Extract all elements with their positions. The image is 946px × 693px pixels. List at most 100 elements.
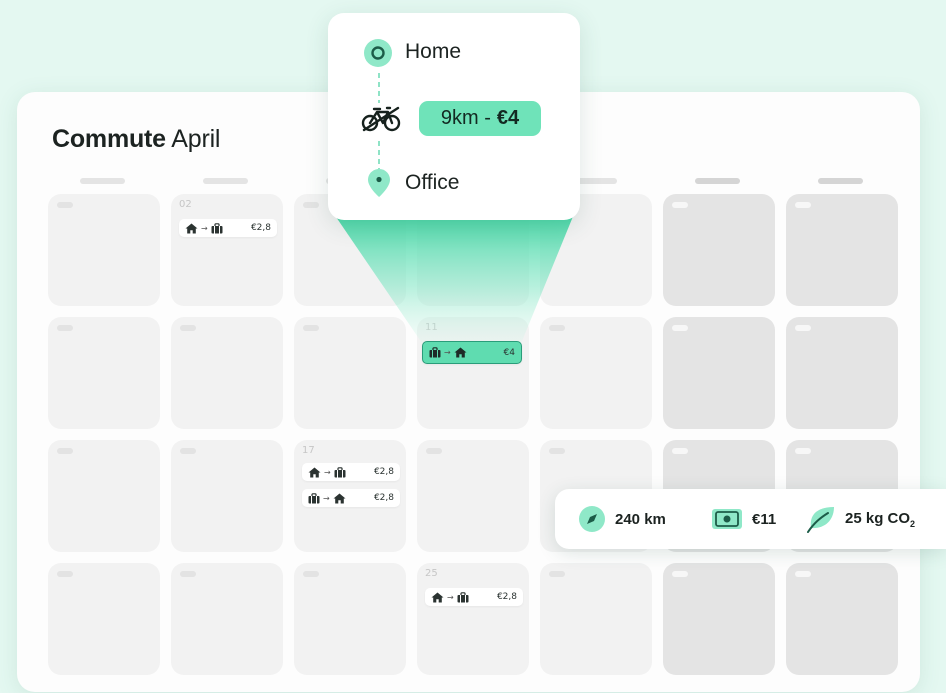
calendar-day-cell[interactable] bbox=[294, 563, 406, 675]
calendar-day-cell[interactable] bbox=[294, 317, 406, 429]
home-icon bbox=[333, 493, 346, 504]
calendar-day-cell[interactable]: 25 → €2,8 bbox=[417, 563, 529, 675]
trip-entry[interactable]: → €2,8 bbox=[425, 588, 523, 606]
day-placeholder bbox=[672, 448, 688, 454]
calendar-day-cell[interactable] bbox=[786, 317, 898, 429]
calendar-title-month: April bbox=[171, 125, 221, 153]
trip-entry[interactable]: → €2,8 bbox=[302, 489, 400, 507]
calendar-day-cell[interactable] bbox=[663, 563, 775, 675]
day-placeholder bbox=[57, 202, 73, 208]
destination-label: Office bbox=[405, 171, 460, 194]
trip-cost: €2,8 bbox=[250, 223, 271, 233]
calendar-day-cell[interactable]: 11 bbox=[417, 317, 529, 429]
co2-subscript: 2 bbox=[910, 518, 916, 529]
distance-cost-prefix: 9km - bbox=[440, 107, 491, 129]
briefcase-icon bbox=[334, 466, 346, 478]
calendar-day-cell[interactable] bbox=[417, 440, 529, 552]
day-placeholder bbox=[57, 571, 73, 577]
arrow-right-icon: → bbox=[324, 467, 331, 477]
origin-label: Home bbox=[405, 40, 462, 63]
day-placeholder bbox=[549, 325, 565, 331]
weekday-header bbox=[695, 178, 740, 184]
day-placeholder bbox=[795, 202, 811, 208]
day-placeholder bbox=[795, 448, 811, 454]
day-placeholder bbox=[180, 448, 196, 454]
day-placeholder bbox=[795, 325, 811, 331]
savings-stat: €11 bbox=[711, 489, 776, 549]
weekday-header bbox=[203, 178, 248, 184]
arrow-right-icon: → bbox=[323, 493, 330, 503]
briefcase-icon bbox=[457, 591, 469, 603]
distance-value: 240 km bbox=[615, 510, 666, 528]
origin-marker-icon bbox=[363, 38, 393, 73]
day-placeholder bbox=[180, 325, 196, 331]
trip-entry[interactable]: → €2,8 bbox=[302, 463, 400, 481]
day-placeholder bbox=[303, 571, 319, 577]
home-icon bbox=[454, 347, 467, 358]
trip-cost: €2,8 bbox=[496, 592, 517, 602]
arrow-right-icon: → bbox=[447, 592, 454, 602]
day-placeholder bbox=[426, 448, 442, 454]
day-placeholder bbox=[303, 325, 319, 331]
day-number: 11 bbox=[425, 322, 438, 333]
distance-cost-amount: €4 bbox=[496, 107, 520, 129]
day-placeholder bbox=[795, 571, 811, 577]
arrow-right-icon: → bbox=[201, 223, 208, 233]
day-placeholder bbox=[57, 325, 73, 331]
weekday-header bbox=[818, 178, 863, 184]
calendar-day-cell[interactable] bbox=[786, 563, 898, 675]
co2-stat: 25 kg CO2 bbox=[806, 489, 915, 549]
day-placeholder bbox=[672, 571, 688, 577]
bike-icon bbox=[361, 105, 401, 138]
calendar-day-cell[interactable] bbox=[540, 317, 652, 429]
day-placeholder bbox=[672, 202, 688, 208]
trip-entry-selected[interactable]: → €4 bbox=[422, 341, 522, 364]
banknote-icon bbox=[711, 507, 743, 531]
calendar-day-cell[interactable] bbox=[663, 317, 775, 429]
distance-cost-badge: 9km - €4 bbox=[419, 101, 541, 136]
day-placeholder bbox=[549, 448, 565, 454]
arrow-right-icon: → bbox=[444, 348, 451, 357]
co2-main: 25 kg CO bbox=[845, 509, 911, 527]
trip-entry[interactable]: → €2,8 bbox=[179, 219, 277, 237]
trip-cost: €2,8 bbox=[373, 493, 394, 503]
day-number: 02 bbox=[179, 199, 192, 210]
home-icon bbox=[308, 467, 321, 478]
briefcase-icon bbox=[308, 492, 320, 504]
day-placeholder bbox=[549, 571, 565, 577]
calendar-day-cell[interactable]: 02 → €2,8 bbox=[171, 194, 283, 306]
weekday-header bbox=[80, 178, 125, 184]
calendar-day-cell[interactable] bbox=[48, 317, 160, 429]
route-connector bbox=[378, 73, 380, 103]
calendar-day-cell[interactable] bbox=[663, 194, 775, 306]
calendar-day-cell[interactable] bbox=[48, 440, 160, 552]
calendar-day-cell[interactable] bbox=[171, 317, 283, 429]
day-number: 25 bbox=[425, 568, 438, 579]
trip-cost: €2,8 bbox=[373, 467, 394, 477]
compass-icon bbox=[578, 505, 606, 533]
savings-value: €11 bbox=[752, 510, 777, 528]
day-placeholder bbox=[303, 202, 319, 208]
calendar-day-cell[interactable] bbox=[171, 440, 283, 552]
briefcase-icon bbox=[211, 222, 223, 234]
home-icon bbox=[431, 592, 444, 603]
calendar-day-cell[interactable] bbox=[786, 194, 898, 306]
trip-cost: €4 bbox=[503, 347, 515, 358]
route-connector bbox=[378, 141, 380, 169]
calendar-day-cell[interactable]: 17 → €2,8 → €2,8 bbox=[294, 440, 406, 552]
leaf-icon bbox=[806, 505, 836, 533]
trip-detail-popup: Home 9km - €4 Office bbox=[328, 13, 580, 220]
calendar-day-cell[interactable] bbox=[171, 563, 283, 675]
calendar-day-cell[interactable] bbox=[48, 194, 160, 306]
distance-stat: 240 km bbox=[578, 489, 666, 549]
day-number: 17 bbox=[302, 445, 315, 456]
calendar-title-bold: Commute bbox=[52, 125, 166, 153]
monthly-stats-bar: 240 km €11 25 kg CO2 bbox=[555, 489, 946, 549]
home-icon bbox=[185, 223, 198, 234]
day-placeholder bbox=[57, 448, 73, 454]
day-placeholder bbox=[180, 571, 196, 577]
calendar-day-cell[interactable] bbox=[48, 563, 160, 675]
calendar-day-cell[interactable] bbox=[540, 563, 652, 675]
calendar-title: Commute April bbox=[52, 125, 220, 154]
co2-value: 25 kg CO2 bbox=[845, 510, 915, 529]
